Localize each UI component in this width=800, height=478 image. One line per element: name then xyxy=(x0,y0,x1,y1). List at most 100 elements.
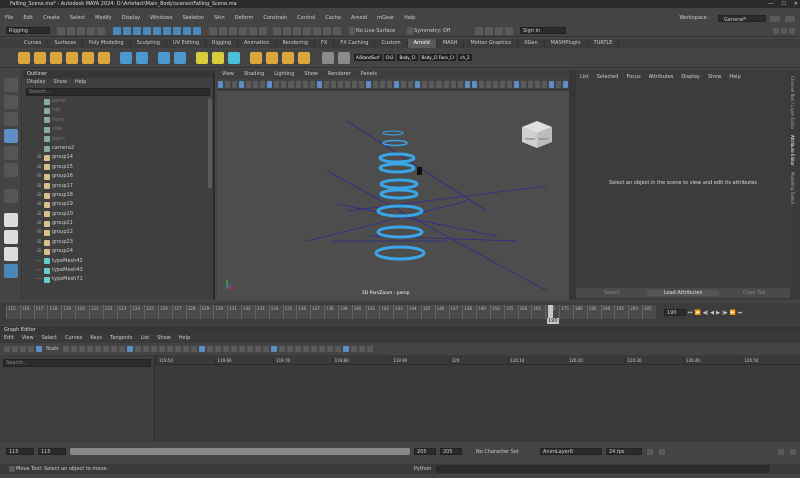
graph-toolbar-icon[interactable] xyxy=(182,346,189,352)
viewport-toolbar-icon[interactable] xyxy=(415,80,421,88)
menu-skin[interactable]: Skin xyxy=(209,14,230,23)
graph-menu-view[interactable]: View xyxy=(18,334,38,343)
outliner-item[interactable]: ⊞ group15 xyxy=(23,163,213,172)
viewport-toolbar-icon[interactable] xyxy=(499,80,505,88)
graph-menu-help[interactable]: Help xyxy=(175,334,194,343)
graph-toolbar-icon[interactable] xyxy=(342,346,349,352)
sign-in-dropdown[interactable]: Sign In xyxy=(520,27,566,34)
viewport-toolbar-icon[interactable] xyxy=(521,80,527,88)
arnold-render-icon[interactable] xyxy=(323,26,331,35)
outliner-item[interactable]: ⊞ group17 xyxy=(23,182,213,191)
viewport-menu-panels[interactable]: Panels xyxy=(356,70,382,79)
graph-toolbar-icon[interactable] xyxy=(134,346,141,352)
shelf-tab[interactable]: Poly Modeling xyxy=(83,39,131,48)
viewport-toolbar-icon[interactable] xyxy=(281,80,287,88)
panel-toggle-icon[interactable] xyxy=(781,27,787,34)
render-view-icon[interactable] xyxy=(18,51,30,64)
outliner-item[interactable]: ⊞ group22 xyxy=(23,228,213,237)
graph-toolbar-icon[interactable] xyxy=(246,346,253,352)
viewport-toolbar-icon[interactable] xyxy=(225,80,231,88)
shelf-button-label[interactable]: ch_2 xyxy=(458,54,472,61)
volume-icon[interactable] xyxy=(136,51,148,64)
viewport-toolbar-icon[interactable] xyxy=(218,80,224,88)
graph-menu-keys[interactable]: Keys xyxy=(86,334,106,343)
workspace-dropdown[interactable]: General* xyxy=(718,15,766,23)
viewport-toolbar-icon[interactable] xyxy=(239,80,245,88)
viewport-toolbar-icon[interactable] xyxy=(401,80,407,88)
outliner-item[interactable]: ⊞ group14 xyxy=(23,153,213,162)
viewport-toolbar-icon[interactable] xyxy=(478,80,484,88)
channel-box-tab[interactable]: Channel Box / Layer Editor xyxy=(790,76,795,129)
viewport-toolbar-icon[interactable] xyxy=(549,80,555,88)
graph-toolbar-icon[interactable] xyxy=(70,346,77,352)
menu-create[interactable]: Create xyxy=(38,14,65,23)
outliner-item[interactable]: ⊞ group18 xyxy=(23,191,213,200)
graph-toolbar-icon[interactable] xyxy=(102,346,109,352)
viewport-toolbar-icon[interactable] xyxy=(450,80,456,88)
range-start-field[interactable]: 115 xyxy=(6,448,34,455)
viewport-toolbar-icon[interactable] xyxy=(387,80,393,88)
fps-dropdown[interactable]: 24 fps xyxy=(606,448,642,455)
open-scene-icon[interactable] xyxy=(67,26,75,35)
outliner-item[interactable]: — typeMesh43 xyxy=(23,266,213,275)
graph-toolbar-icon[interactable] xyxy=(4,346,10,352)
render-settings-icon[interactable] xyxy=(303,26,311,35)
select-hierarchy-icon[interactable] xyxy=(113,26,121,35)
shelf-tab[interactable]: Motion Graphics xyxy=(464,39,519,48)
viewport-scene[interactable]: FRONT RIGHT 2D Pan/Zoom : persp xyxy=(217,91,569,300)
flush-cache-icon[interactable] xyxy=(158,51,170,64)
ipr-icon[interactable] xyxy=(34,51,46,64)
menu-file[interactable]: File xyxy=(0,14,18,23)
range-bar[interactable] xyxy=(70,448,410,455)
viewport-toolbar-icon[interactable] xyxy=(471,80,477,88)
key-icon[interactable] xyxy=(647,448,653,455)
outliner-item[interactable]: ⊞ group16 xyxy=(23,172,213,181)
ipr-render-icon[interactable] xyxy=(293,26,301,35)
graph-toolbar-icon[interactable] xyxy=(118,346,125,352)
select-mask-icon[interactable] xyxy=(193,26,201,35)
shelf-tab[interactable]: Custom xyxy=(375,39,408,48)
expand-icon[interactable]: ⊞ xyxy=(37,191,42,200)
viewport-toolbar-icon[interactable] xyxy=(394,80,400,88)
play-icon[interactable] xyxy=(338,51,350,64)
viewport-toolbar-icon[interactable] xyxy=(295,80,301,88)
viewport-toolbar-icon[interactable] xyxy=(429,80,435,88)
graph-menu-list[interactable]: List xyxy=(136,334,153,343)
graph-toolbar-icon[interactable] xyxy=(350,346,357,352)
graph-toolbar-icon[interactable] xyxy=(278,346,285,352)
menu-set-dropdown[interactable]: Rigging xyxy=(6,27,50,34)
graph-toolbar-icon[interactable] xyxy=(126,346,133,352)
outliner-item[interactable]: ⊞ group23 xyxy=(23,238,213,247)
graph-menu-tangents[interactable]: Tangents xyxy=(106,334,136,343)
go-to-end-icon[interactable]: ⏭ xyxy=(738,310,743,316)
layout-icon[interactable] xyxy=(770,15,780,22)
select-mask-icon[interactable] xyxy=(143,26,151,35)
single-view-icon[interactable] xyxy=(3,213,18,227)
menu-edit[interactable]: Edit xyxy=(18,14,38,23)
expand-icon[interactable]: ⊞ xyxy=(37,163,42,172)
graph-view[interactable]: 119.50 119.60 119.70 119.80 119.90 120 120.10 1… xyxy=(156,356,800,442)
utility-icon[interactable] xyxy=(282,51,294,64)
settings-icon[interactable] xyxy=(790,448,796,455)
graph-toolbar-icon[interactable] xyxy=(238,346,245,352)
area-light-icon[interactable] xyxy=(66,51,78,64)
shelf-tab-arnold[interactable]: Arnold xyxy=(407,39,437,48)
outliner-item[interactable]: ⊞ group19 xyxy=(23,200,213,209)
flush-cache-icon[interactable] xyxy=(174,51,186,64)
viewport-toolbar-icon[interactable] xyxy=(506,80,512,88)
expand-icon[interactable]: ⊞ xyxy=(37,210,42,219)
viewport-toolbar-icon[interactable] xyxy=(542,80,548,88)
shader-icon[interactable] xyxy=(212,51,224,64)
viewport-menu-renderer[interactable]: Renderer xyxy=(323,70,356,79)
graph-toolbar-icon[interactable] xyxy=(12,346,18,352)
graph-toolbar-icon[interactable] xyxy=(318,346,325,352)
move-tool-icon[interactable] xyxy=(3,129,18,143)
shelf-tab[interactable]: Rendering xyxy=(277,39,316,48)
shelf-button-label[interactable]: Body_Cl xyxy=(397,54,418,61)
attr-menu-attributes[interactable]: Attributes xyxy=(645,73,678,82)
shelf-tab[interactable]: Sculpting xyxy=(131,39,167,48)
graph-toolbar-icon[interactable] xyxy=(62,346,69,352)
viewport-toolbar-icon[interactable] xyxy=(365,80,372,88)
scale-tool-icon[interactable] xyxy=(3,163,18,177)
current-frame-field[interactable]: 190 xyxy=(664,309,686,316)
